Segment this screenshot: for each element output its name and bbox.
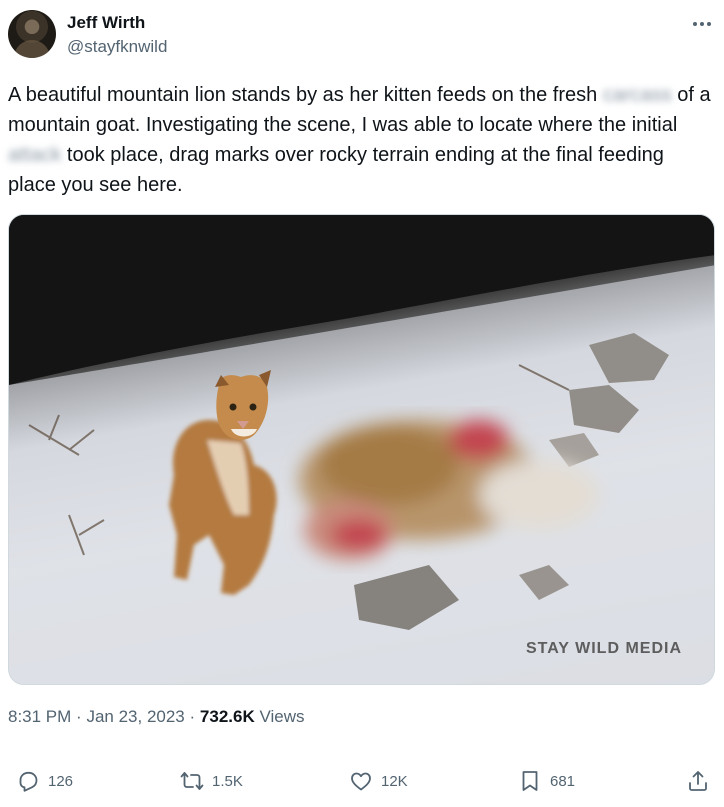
share-button[interactable] <box>686 766 710 796</box>
views-count: 732.6K <box>199 707 255 726</box>
avatar[interactable] <box>8 10 56 58</box>
repost-count: 1.5K <box>212 772 243 790</box>
bookmark-button[interactable]: 681 <box>518 766 575 796</box>
reply-button[interactable]: 126 <box>16 766 73 796</box>
like-count: 12K <box>381 772 408 790</box>
reply-count: 126 <box>48 772 74 790</box>
share-icon <box>689 771 707 791</box>
tweet-time[interactable]: 8:31 PM <box>8 707 71 726</box>
photo-watermark: STAY WILD MEDIA <box>525 640 682 657</box>
like-button[interactable]: 12K <box>349 766 408 796</box>
tweet-header: Jeff Wirth @stayfknwild <box>8 10 716 62</box>
meta-separator: · <box>189 707 196 726</box>
bookmark-icon <box>522 771 538 791</box>
tweet-text: A beautiful mountain lion stands by as h… <box>8 80 714 200</box>
meta-separator: · <box>76 707 82 726</box>
reply-icon <box>19 771 38 792</box>
tweet-text-segment: A beautiful mountain lion stands by as h… <box>8 84 603 106</box>
author-name[interactable]: Jeff Wirth <box>67 13 145 33</box>
tweet-date[interactable]: Jan 23, 2023 <box>86 707 184 726</box>
action-bar: 126 1.5K 12K 681 <box>0 760 724 804</box>
author-handle[interactable]: @stayfknwild <box>67 37 167 57</box>
repost-icon <box>180 772 204 790</box>
tweet-meta: 8:31 PM · Jan 23, 2023 · 732.6K Views <box>8 707 305 727</box>
heart-icon <box>351 772 371 791</box>
photo-illustration <box>9 215 714 684</box>
repost-button[interactable]: 1.5K <box>180 766 243 796</box>
views-label: Views <box>259 707 305 726</box>
blurred-word: carcass <box>602 84 672 106</box>
tweet-text-segment: took place, drag marks over rocky terrai… <box>8 144 664 196</box>
more-icon[interactable] <box>690 12 714 36</box>
blurred-word: attack <box>8 144 62 166</box>
tweet-photo[interactable]: STAY WILD MEDIA <box>8 214 715 685</box>
bookmark-count: 681 <box>550 772 576 790</box>
